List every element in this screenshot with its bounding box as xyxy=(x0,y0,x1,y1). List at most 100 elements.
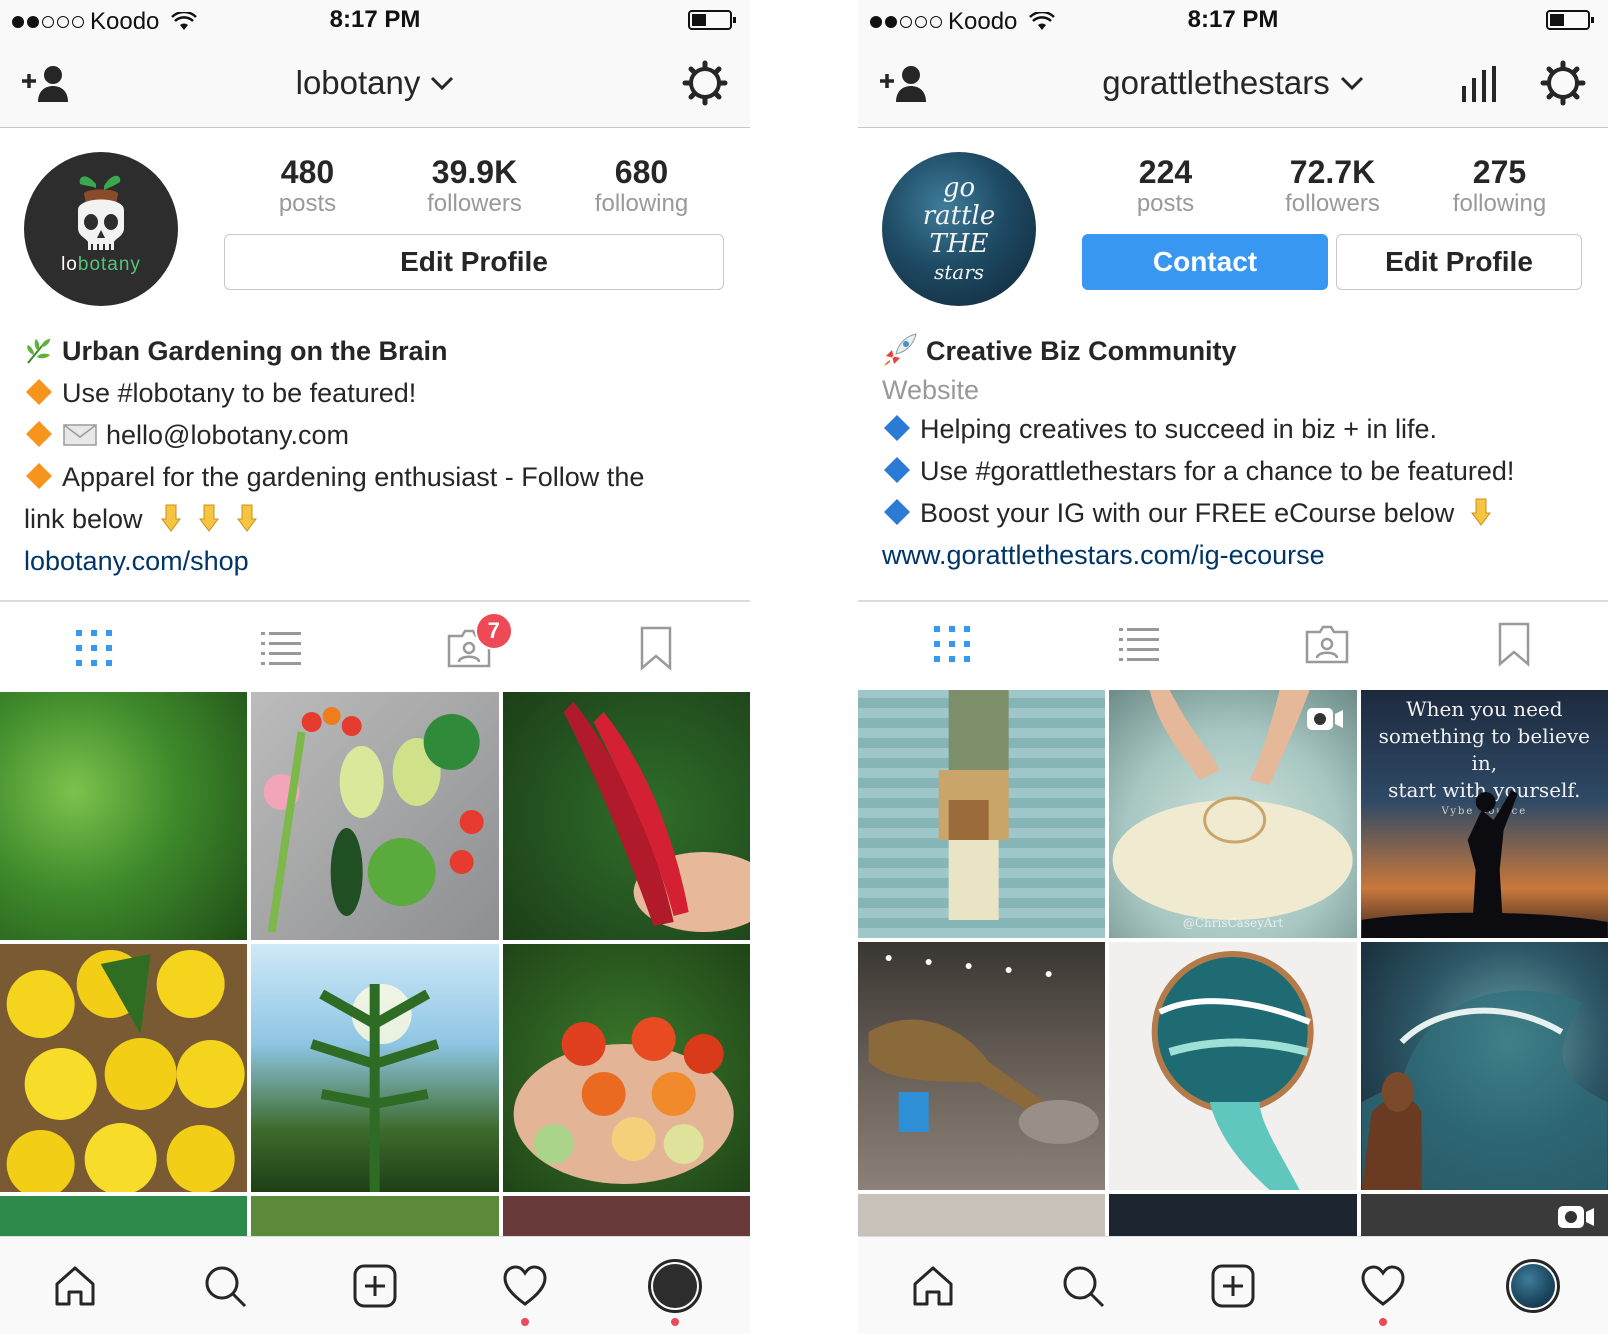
orange-diamond-icon xyxy=(26,463,52,489)
bio-line: Boost your IG with our FREE eCourse belo… xyxy=(882,492,1584,534)
grid-icon xyxy=(933,626,970,662)
chevron-down-icon xyxy=(431,76,454,91)
silhouette-image xyxy=(1361,790,1608,938)
tomatoes-image xyxy=(513,1017,734,1184)
profile-dot xyxy=(671,1318,679,1326)
tab-search[interactable] xyxy=(1008,1237,1158,1334)
tab-saved[interactable] xyxy=(563,604,751,692)
pointing-down-icon xyxy=(161,504,182,532)
stat-following[interactable]: 275 following xyxy=(1416,154,1583,218)
tab-home[interactable] xyxy=(0,1237,150,1334)
add-post-icon xyxy=(1211,1264,1255,1307)
post-thumbnail[interactable] xyxy=(1109,1194,1357,1242)
post-thumbnail[interactable]: @ChrisCaseyArt xyxy=(1109,690,1357,938)
pointing-down-icon xyxy=(237,504,258,532)
post-thumbnail[interactable] xyxy=(0,944,248,1192)
profile-view-tabs xyxy=(858,600,1608,688)
search-icon xyxy=(205,1266,247,1307)
post-thumbnail[interactable] xyxy=(858,1194,1106,1242)
home-icon xyxy=(55,1266,95,1305)
post-thumbnail[interactable] xyxy=(858,690,1106,938)
profile-stats: 224 posts 72.7K followers 275 following xyxy=(1082,154,1583,218)
tab-list[interactable] xyxy=(188,604,376,692)
plant-sky-image xyxy=(310,984,440,1192)
status-bar: Koodo 8:17 PM xyxy=(0,0,750,40)
edit-profile-button[interactable]: Edit Profile xyxy=(224,234,724,290)
envelope-icon xyxy=(63,424,97,446)
lego-portrait-image xyxy=(938,690,1009,920)
bio-category: Website xyxy=(882,375,980,405)
post-thumbnail[interactable] xyxy=(251,944,499,1192)
profile-bio: Creative Biz Community Website Helping c… xyxy=(882,330,1584,576)
post-thumbnail[interactable]: When you need something to believe in, s… xyxy=(1360,690,1608,938)
tab-tagged[interactable] xyxy=(1233,600,1421,688)
list-icon xyxy=(261,632,302,665)
insights-icon[interactable] xyxy=(1460,64,1498,104)
stat-posts[interactable]: 224 posts xyxy=(1082,154,1249,218)
tab-saved[interactable] xyxy=(1421,600,1608,688)
clock: 8:17 PM xyxy=(1187,6,1279,33)
battery-icon xyxy=(1546,10,1594,30)
bookmark-icon xyxy=(641,626,672,671)
tab-list[interactable] xyxy=(1046,600,1234,688)
post-thumbnail[interactable] xyxy=(1360,1194,1608,1242)
tab-activity[interactable] xyxy=(450,1237,600,1334)
post-thumbnail[interactable] xyxy=(251,692,499,940)
profile-nav-bar: gorattlethestars xyxy=(858,40,1608,128)
post-thumbnail[interactable] xyxy=(858,942,1106,1190)
tab-activity[interactable] xyxy=(1308,1237,1458,1334)
stat-followers[interactable]: 72.7K followers xyxy=(1249,154,1416,218)
post-thumbnail[interactable] xyxy=(502,944,750,1192)
vegetables-image xyxy=(263,707,484,933)
contact-button[interactable]: Contact xyxy=(1082,234,1328,290)
gear-icon[interactable] xyxy=(682,60,728,106)
tab-grid[interactable] xyxy=(858,600,1046,688)
wave-painting-image xyxy=(1361,990,1608,1190)
post-thumbnail[interactable] xyxy=(0,692,248,940)
bio-link[interactable]: lobotany.com/shop xyxy=(24,540,726,582)
tab-search[interactable] xyxy=(150,1237,300,1334)
tab-home[interactable] xyxy=(858,1237,1008,1334)
post-thumbnail[interactable] xyxy=(1109,942,1357,1190)
tab-profile[interactable] xyxy=(600,1237,750,1334)
post-thumbnail[interactable] xyxy=(502,692,750,940)
profile-bio: Urban Gardening on the Brain Use #lobota… xyxy=(24,330,726,582)
phone-screen-lobotany: Koodo 8:17 PM lobotany lobotany 480 post… xyxy=(0,0,750,1334)
herb-icon xyxy=(27,339,50,364)
pointing-down-icon xyxy=(199,504,220,532)
skull-logo-icon xyxy=(78,175,124,250)
avatar-wordmark: lobotany xyxy=(61,254,141,275)
profile-view-tabs: 7 xyxy=(0,604,750,692)
post-thumbnail[interactable] xyxy=(1360,942,1608,1190)
blue-diamond-icon xyxy=(884,457,910,483)
gallery-sculpture-image xyxy=(868,955,1099,1144)
edit-profile-button[interactable]: Edit Profile xyxy=(1336,234,1582,290)
grid-icon xyxy=(75,630,112,666)
stat-followers[interactable]: 39.9K followers xyxy=(391,154,558,218)
profile-avatar[interactable]: go rattle THE stars xyxy=(882,152,1036,306)
username-title: gorattlethestars xyxy=(1102,64,1330,101)
tab-profile[interactable] xyxy=(1458,1237,1608,1334)
bio-name-line: Urban Gardening on the Brain xyxy=(24,330,726,372)
profile-avatar[interactable]: lobotany xyxy=(24,152,178,306)
username-switcher[interactable]: lobotany xyxy=(0,64,750,102)
video-icon xyxy=(1306,708,1343,730)
stat-following[interactable]: 680 following xyxy=(558,154,725,218)
profile-stats: 480 posts 39.9K followers 680 following xyxy=(224,154,725,218)
status-bar: Koodo 8:17 PM xyxy=(858,0,1608,40)
tab-new-post[interactable] xyxy=(1158,1237,1308,1334)
tab-grid[interactable] xyxy=(0,604,188,692)
stat-posts[interactable]: 480 posts xyxy=(224,154,391,218)
rocket-icon xyxy=(884,333,917,366)
bio-link[interactable]: www.gorattlethestars.com/ig-ecourse xyxy=(882,534,1584,576)
tab-tagged[interactable]: 7 xyxy=(375,604,563,692)
clock: 8:17 PM xyxy=(329,6,421,33)
gear-icon[interactable] xyxy=(1540,60,1586,106)
profile-nav-bar: lobotany xyxy=(0,40,750,128)
profile-avatar-thumb xyxy=(1506,1258,1560,1313)
add-post-icon xyxy=(353,1264,397,1307)
username-title: lobotany xyxy=(295,64,421,101)
heart-icon xyxy=(503,1264,547,1306)
tab-new-post[interactable] xyxy=(300,1237,450,1334)
bio-email[interactable]: hello@lobotany.com xyxy=(106,420,349,450)
